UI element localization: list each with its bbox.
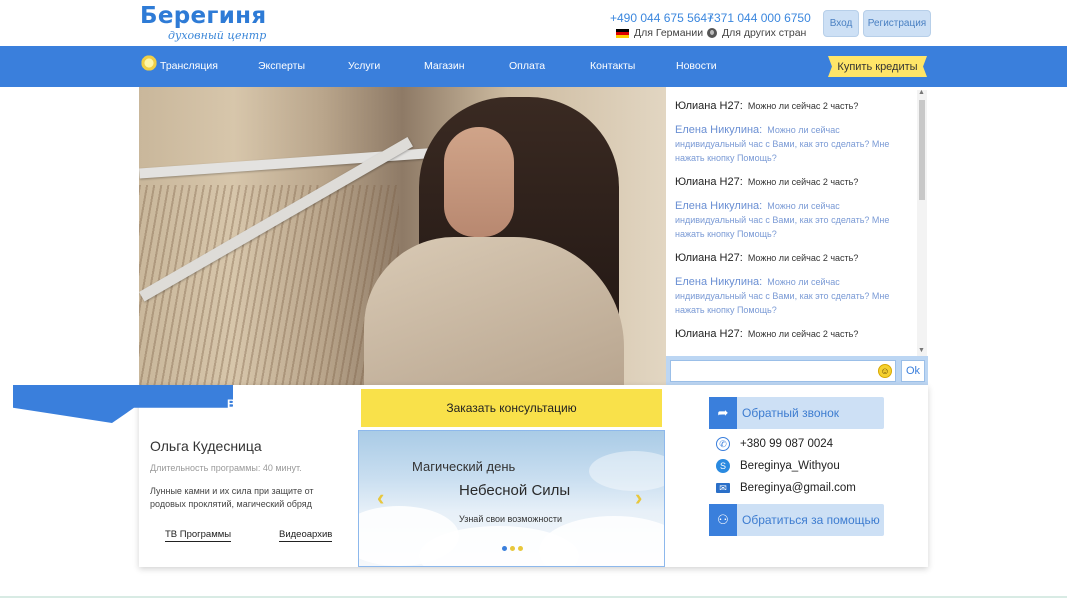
slide-subtitle: Небесной Силы bbox=[459, 482, 571, 499]
chat-panel: Юлиана Н27: Можно ли сейчас 2 часть? Еле… bbox=[666, 87, 928, 385]
contact-email-label: Bereginya@gmail.com bbox=[740, 482, 856, 494]
slider-prev-icon[interactable]: ‹ bbox=[377, 485, 384, 511]
nav-item-broadcast[interactable]: Трансляция bbox=[160, 60, 218, 72]
expert-name: Ольга Кудесница bbox=[150, 438, 262, 454]
video-archive-link[interactable]: Видеоархив bbox=[279, 529, 333, 542]
chat-message: Елена Никулина: Можно ли сейчас индивиду… bbox=[675, 200, 890, 239]
location-germany-label: Для Германии bbox=[634, 27, 704, 39]
skype-icon: S bbox=[716, 459, 730, 473]
program-duration: Длительность программы: 40 минут. bbox=[150, 463, 302, 473]
logo[interactable]: Берегиня духовный центр bbox=[140, 3, 267, 42]
nav-item-payment[interactable]: Оплата bbox=[509, 60, 545, 72]
germany-flag-icon bbox=[616, 28, 629, 38]
chat-messages: Юлиана Н27: Можно ли сейчас 2 часть? Еле… bbox=[675, 99, 913, 351]
slide-title: Магический день bbox=[412, 459, 516, 474]
slide-tagline: Узнай свои возможности bbox=[459, 514, 563, 524]
callback-button[interactable]: ➦ Обратный звонок bbox=[709, 397, 884, 429]
nav-item-services[interactable]: Услуги bbox=[348, 60, 380, 72]
globe-icon bbox=[707, 28, 717, 38]
buy-credits-button[interactable]: Купить кредиты bbox=[828, 56, 927, 77]
chat-message: Елена Никулина: Можно ли сейчас индивиду… bbox=[675, 124, 890, 163]
program-description: Лунные камни и их сила при защите от род… bbox=[150, 486, 314, 509]
contact-skype[interactable]: S Bereginya_Withyou bbox=[716, 459, 840, 473]
chat-scrollbar-thumb[interactable] bbox=[919, 100, 925, 200]
nav-item-experts[interactable]: Эксперты bbox=[258, 60, 305, 72]
logo-subtitle: духовный центр bbox=[168, 29, 267, 42]
slider-dot[interactable] bbox=[510, 546, 515, 551]
phone-germany[interactable]: +490 044 675 5647 bbox=[610, 11, 714, 25]
broadcast-photo bbox=[139, 87, 666, 385]
sun-icon bbox=[140, 54, 158, 72]
order-consultation-button[interactable]: Заказать консультацию bbox=[361, 389, 662, 427]
slider-dots bbox=[502, 546, 523, 551]
chat-message: Юлиана Н27: Можно ли сейчас 2 часть? bbox=[675, 328, 859, 340]
request-help-button[interactable]: ⚇ Обратиться за помощью bbox=[709, 504, 884, 536]
callback-label: Обратный звонок bbox=[742, 406, 840, 420]
chat-send-button[interactable]: Ok bbox=[901, 360, 925, 382]
slider-next-icon[interactable]: › bbox=[635, 485, 642, 511]
login-button[interactable]: Вход bbox=[823, 10, 859, 37]
nav-item-contacts[interactable]: Контакты bbox=[590, 60, 635, 72]
contact-email[interactable]: ✉ Bereginya@gmail.com bbox=[716, 482, 856, 494]
chat-message: Юлиана Н27: Можно ли сейчас 2 часть? bbox=[675, 100, 859, 112]
footer-divider bbox=[0, 596, 1067, 598]
viber-icon: ✆ bbox=[716, 437, 730, 451]
tv-programs-link[interactable]: ТВ Программы bbox=[165, 529, 232, 542]
slider-dot[interactable] bbox=[518, 546, 523, 551]
chat-message: Юлиана Н27: Можно ли сейчас 2 часть? bbox=[675, 252, 859, 264]
mail-icon: ✉ bbox=[716, 483, 730, 493]
contact-phone[interactable]: ✆ +380 99 087 0024 bbox=[716, 437, 833, 451]
chat-input[interactable] bbox=[670, 360, 896, 382]
chat-message: Юлиана Н27: Можно ли сейчас 2 часть? bbox=[675, 176, 859, 188]
person-help-icon: ⚇ bbox=[709, 504, 737, 536]
main-nav: Трансляция Эксперты Услуги Магазин Оплат… bbox=[0, 46, 1067, 87]
scroll-down-icon[interactable]: ▼ bbox=[918, 347, 925, 354]
scroll-up-icon[interactable]: ▲ bbox=[918, 89, 925, 96]
location-germany: Для Германии bbox=[616, 27, 703, 39]
location-other-label: Для других стран bbox=[722, 27, 807, 39]
promo-slider: Магический день Небесной Силы Узнай свои… bbox=[358, 430, 665, 567]
ribbon-text: В bbox=[227, 397, 236, 411]
share-arrow-icon: ➦ bbox=[709, 397, 737, 429]
smiley-icon[interactable]: ☺ bbox=[878, 364, 892, 378]
nav-item-news[interactable]: Новости bbox=[676, 60, 717, 72]
request-help-label: Обратиться за помощью bbox=[742, 513, 880, 527]
register-button[interactable]: Регистрация bbox=[863, 10, 931, 37]
contact-phone-label: +380 99 087 0024 bbox=[740, 438, 834, 450]
slider-dot[interactable] bbox=[502, 546, 507, 551]
site-header: Берегиня духовный центр +490 044 675 564… bbox=[0, 0, 1067, 46]
contact-skype-label: Bereginya_Withyou bbox=[740, 460, 840, 472]
nav-item-shop[interactable]: Магазин bbox=[424, 60, 465, 72]
phone-other[interactable]: +371 044 000 6750 bbox=[707, 11, 811, 25]
chat-message: Елена Никулина: Можно ли сейчас индивиду… bbox=[675, 276, 890, 315]
logo-title: Берегиня bbox=[140, 3, 267, 29]
location-other: Для других стран bbox=[707, 27, 806, 39]
